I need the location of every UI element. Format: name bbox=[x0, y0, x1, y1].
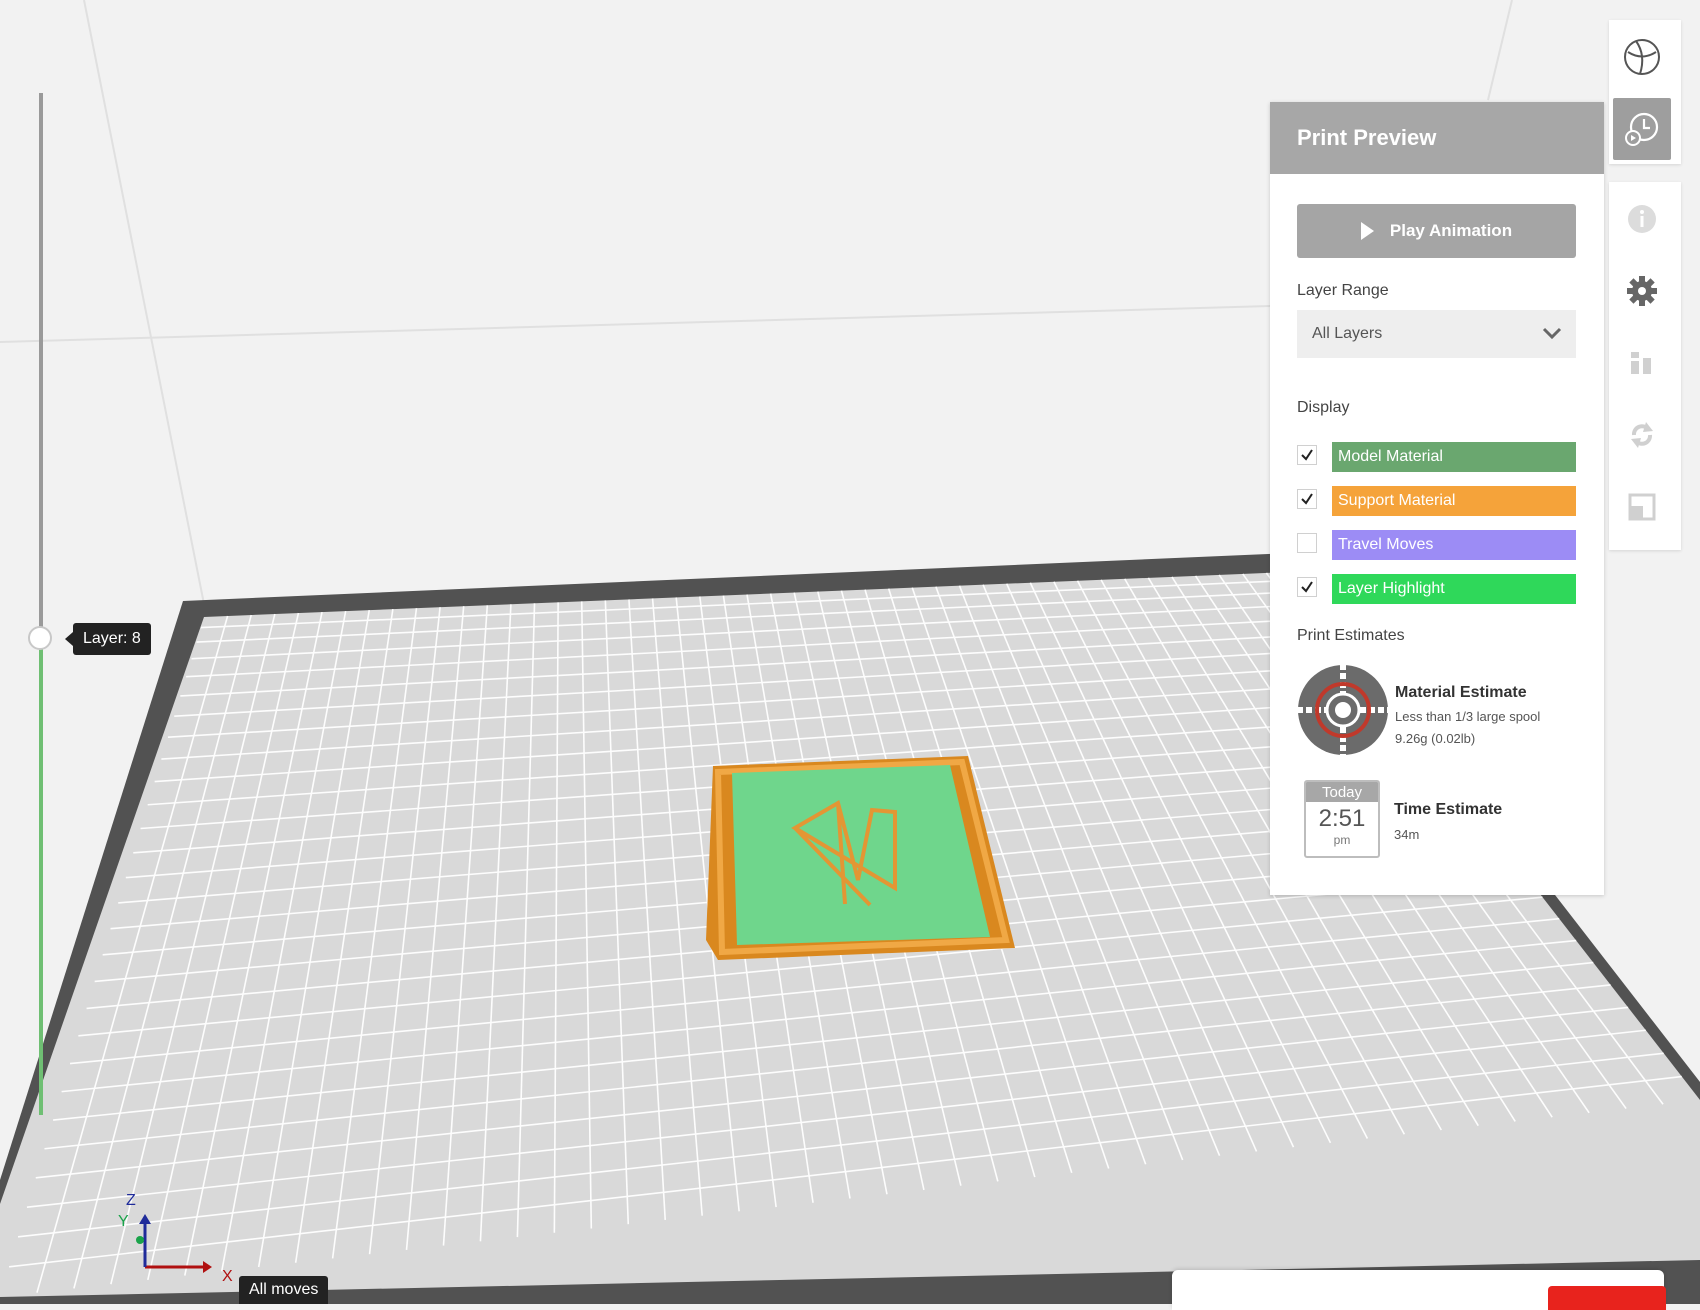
axis-x-label: X bbox=[222, 1268, 233, 1285]
material-estimate-spool: Less than 1/3 large spool bbox=[1395, 709, 1541, 724]
layer-range-select[interactable]: All Layers bbox=[1297, 310, 1576, 358]
play-icon bbox=[1360, 222, 1374, 240]
moves-filter-label[interactable]: All moves bbox=[239, 1276, 329, 1304]
travel-moves-swatch[interactable]: Travel Moves bbox=[1332, 530, 1576, 560]
print-estimates-label: Print Estimates bbox=[1297, 627, 1405, 644]
layer-slider-track[interactable] bbox=[39, 93, 43, 1115]
checkmark-icon bbox=[1301, 449, 1313, 461]
calendar-day: Today bbox=[1306, 782, 1378, 802]
display-row-model-material[interactable]: Model Material bbox=[1297, 442, 1576, 472]
volume-edge-left bbox=[83, 0, 205, 605]
display-row-support-material[interactable]: Support Material bbox=[1297, 486, 1576, 516]
layer-range-value: All Layers bbox=[1312, 325, 1383, 342]
model-material-swatch[interactable]: Model Material bbox=[1332, 442, 1576, 472]
time-estimate-title: Time Estimate bbox=[1394, 801, 1503, 818]
model-material-checkbox[interactable] bbox=[1297, 445, 1317, 465]
layer-highlight-checkbox[interactable] bbox=[1297, 577, 1317, 597]
edit-tools-card bbox=[1609, 182, 1681, 550]
layer-highlight-swatch[interactable]: Layer Highlight bbox=[1332, 574, 1576, 604]
print-preview-button[interactable] bbox=[1613, 98, 1671, 160]
info-button[interactable] bbox=[1613, 188, 1671, 250]
display-label: Display bbox=[1297, 399, 1350, 416]
scale-button[interactable] bbox=[1613, 476, 1671, 538]
print-model bbox=[706, 756, 1015, 960]
play-animation-button[interactable]: Play Animation bbox=[1297, 204, 1576, 258]
align-icon bbox=[1631, 352, 1651, 374]
calendar-time: 2:51 bbox=[1318, 805, 1366, 832]
support-material-swatch[interactable]: Support Material bbox=[1332, 486, 1576, 516]
display-row-layer-highlight[interactable]: Layer Highlight bbox=[1297, 574, 1576, 604]
axis-y-label: Y bbox=[118, 1213, 129, 1230]
view-cube-button[interactable] bbox=[1613, 26, 1671, 88]
print-preview-panel: Print Preview Play Animation Layer Range… bbox=[1270, 102, 1604, 895]
chevron-down-icon bbox=[1542, 327, 1562, 340]
spool-icon bbox=[1297, 664, 1389, 756]
axis-z-label: Z bbox=[126, 1192, 136, 1209]
travel-moves-checkbox[interactable] bbox=[1297, 533, 1317, 553]
panel-title: Print Preview bbox=[1270, 102, 1604, 174]
right-toolbar bbox=[1609, 20, 1681, 550]
layer-range-label: Layer Range bbox=[1297, 282, 1389, 299]
material-estimate-weight: 9.26g (0.02lb) bbox=[1395, 731, 1476, 746]
rotate-button[interactable] bbox=[1613, 404, 1671, 466]
layer-slider-handle[interactable] bbox=[28, 626, 52, 650]
support-material-checkbox[interactable] bbox=[1297, 489, 1317, 509]
view-cube-icon bbox=[1624, 39, 1660, 75]
checkmark-icon bbox=[1301, 581, 1313, 593]
display-row-travel-moves[interactable]: Travel Moves bbox=[1297, 530, 1576, 560]
layer-slider-fill bbox=[39, 638, 43, 1115]
volume-edge-right bbox=[1487, 0, 1513, 101]
info-icon bbox=[1628, 205, 1656, 233]
time-estimate-duration: 34m bbox=[1394, 827, 1420, 842]
align-button[interactable] bbox=[1613, 332, 1671, 394]
checkmark-icon bbox=[1301, 493, 1313, 505]
layer-tooltip: Layer: 8 bbox=[65, 623, 151, 655]
view-tools-card bbox=[1609, 20, 1681, 164]
print-action-button[interactable] bbox=[1548, 1286, 1666, 1310]
material-estimate-title: Material Estimate bbox=[1395, 684, 1527, 701]
play-animation-label: Play Animation bbox=[1389, 221, 1513, 240]
gear-icon bbox=[1627, 276, 1657, 306]
volume-edge-back bbox=[0, 305, 1271, 343]
print-preview-icon bbox=[1625, 112, 1659, 146]
scale-icon bbox=[1628, 493, 1656, 521]
settings-button[interactable] bbox=[1613, 260, 1671, 322]
rotate-icon bbox=[1631, 422, 1653, 448]
calendar-icon: Today 2:51 pm bbox=[1304, 780, 1380, 858]
calendar-ampm: pm bbox=[1333, 833, 1351, 847]
